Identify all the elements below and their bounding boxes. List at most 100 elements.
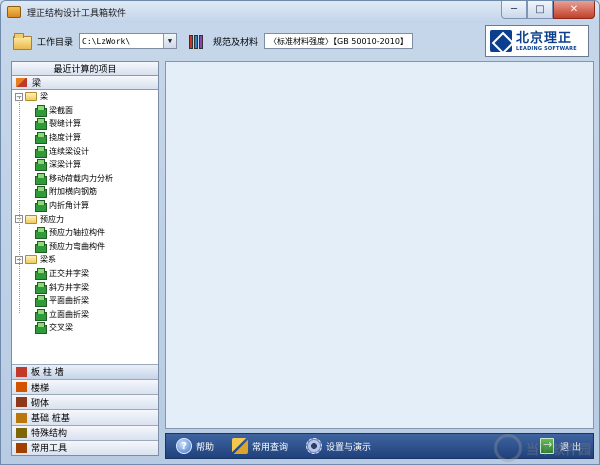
module-icon: [34, 159, 47, 172]
category-label: 特殊结构: [31, 429, 68, 440]
category-item[interactable]: 砌体: [12, 394, 158, 410]
category-label: 楼梯: [31, 383, 50, 394]
category-item[interactable]: 基础 桩基: [12, 409, 158, 425]
module-icon: [34, 308, 47, 321]
tree-folder[interactable]: − 梁系: [12, 253, 158, 267]
wrench-icon: [232, 438, 249, 454]
books-icon[interactable]: [189, 33, 207, 49]
tree-folder[interactable]: − 预应力: [12, 212, 158, 226]
lookup-label: 常用查询: [252, 442, 289, 453]
tree-item[interactable]: 深梁计算: [12, 158, 158, 172]
standard-value[interactable]: 〈标准材料强度〉【GB 50010-2010】: [264, 33, 413, 49]
logo-mark-icon: [490, 30, 512, 52]
folder-icon: [25, 214, 37, 224]
tree-item[interactable]: 平面曲折梁: [12, 294, 158, 308]
category-label: 常用工具: [31, 444, 68, 455]
tree-item[interactable]: 预应力弯曲构件: [12, 240, 158, 254]
tree-item[interactable]: 交叉梁: [12, 321, 158, 335]
category-icon: [16, 412, 27, 423]
project-tree: − 梁梁截面裂缝计算挠度计算连续梁设计深梁计算 移动荷载内力分析 附加横向钢筋 内折角计…: [12, 90, 158, 367]
tree-item[interactable]: 斜方井字梁: [12, 280, 158, 294]
tree-item[interactable]: 移动荷载内力分析: [12, 172, 158, 186]
close-button[interactable]: ✕: [553, 1, 595, 19]
open-folder-icon[interactable]: [13, 33, 32, 50]
logo-text-cn: 北京理正: [516, 30, 573, 46]
minimize-button[interactable]: ─: [501, 1, 527, 19]
tree-item-label: 梁截面: [49, 105, 73, 115]
tree-folder[interactable]: − 梁: [12, 90, 158, 104]
window-controls: ─ □ ✕: [501, 1, 595, 19]
module-icon: [34, 240, 47, 253]
watermark: 当下软件园: [493, 434, 591, 462]
module-icon: [34, 281, 47, 294]
main-content-area[interactable]: [165, 61, 594, 429]
category-icon: [16, 397, 27, 408]
module-icon: [34, 132, 47, 145]
watermark-logo-icon: [493, 434, 522, 462]
category-beam-header[interactable]: 梁: [12, 76, 158, 90]
tree-item-label: 移动荷载内力分析: [49, 173, 113, 183]
settings-button[interactable]: 设置与演示: [306, 438, 371, 454]
company-logo: 北京理正 LEADING SOFTWARE: [485, 25, 589, 57]
category-icon: [16, 442, 27, 453]
tree-item[interactable]: 附加横向钢筋: [12, 185, 158, 199]
tree-item[interactable]: 正交井字梁: [12, 267, 158, 281]
folder-icon: [25, 92, 37, 102]
gear-icon: [306, 438, 323, 454]
module-icon: [34, 200, 47, 213]
tree-item-label: 梁: [40, 92, 48, 102]
tree-item-label: 正交井字梁: [49, 269, 89, 279]
tree-item-label: 内折角计算: [49, 201, 89, 211]
category-icon: [16, 427, 27, 438]
tree-item[interactable]: 裂缝计算: [12, 117, 158, 131]
tree-item[interactable]: 连续梁设计: [12, 144, 158, 158]
workdir-value: C:\LzWork\: [82, 36, 131, 46]
toolbar: 工作目录 C:\LzWork\ ▼ 规范及材料 〈标准材料强度〉【GB 5001…: [5, 25, 595, 57]
window-title: 理正结构设计工具箱软件: [27, 8, 127, 19]
tree-item-label: 连续梁设计: [49, 146, 89, 156]
tree-item-label: 预应力弯曲构件: [49, 241, 105, 251]
tree-item-label: 挠度计算: [49, 133, 81, 143]
category-item[interactable]: 特殊结构: [12, 424, 158, 440]
help-icon: ?: [176, 438, 192, 454]
left-panel: 最近计算的项目 梁 − 梁梁截面裂缝计算挠度计算连续梁设计深梁计算 移动荷载内力分析…: [11, 61, 159, 456]
tree-item[interactable]: 内折角计算: [12, 199, 158, 213]
app-icon: [7, 6, 21, 18]
tree-item-label: 附加横向钢筋: [49, 187, 97, 197]
help-button[interactable]: ? 帮助: [176, 438, 214, 454]
category-item[interactable]: 常用工具: [12, 439, 158, 455]
recent-projects-header[interactable]: 最近计算的项目: [12, 62, 158, 76]
tree-item-label: 预应力: [40, 214, 64, 224]
category-item[interactable]: 楼梯: [12, 379, 158, 395]
tree-item[interactable]: 立面曲折梁: [12, 308, 158, 322]
module-icon: [34, 268, 47, 281]
tree-item-label: 斜方井字梁: [49, 282, 89, 292]
category-list: 板 柱 墙楼梯砌体 基础 桩基特殊结构常用工具: [12, 363, 158, 455]
module-icon: [34, 172, 47, 185]
maximize-button[interactable]: □: [527, 1, 553, 19]
category-icon: [16, 366, 27, 377]
tree-item-label: 立面曲折梁: [49, 309, 89, 319]
module-icon: [34, 227, 47, 240]
beam-icon: [16, 78, 27, 87]
watermark-text: 当下软件园: [525, 442, 591, 458]
module-icon: [34, 145, 47, 158]
workdir-select[interactable]: C:\LzWork\ ▼: [79, 33, 178, 49]
module-icon: [34, 104, 47, 117]
tree-item[interactable]: 挠度计算: [12, 131, 158, 145]
standard-label[interactable]: 规范及材料: [213, 35, 258, 48]
module-icon: [34, 295, 47, 308]
category-item[interactable]: 板 柱 墙: [12, 363, 158, 380]
help-label: 帮助: [196, 442, 215, 453]
app-window: 理正结构设计工具箱软件 ─ □ ✕ 工作目录 C:\LzWork\ ▼ 规范及材…: [0, 0, 600, 465]
module-icon: [34, 322, 47, 335]
chevron-down-icon[interactable]: ▼: [163, 34, 177, 48]
module-icon: [34, 186, 47, 199]
category-label: 砌体: [31, 398, 50, 409]
tree-item[interactable]: 预应力轴拉构件: [12, 226, 158, 240]
category-beam-label: 梁: [32, 79, 42, 89]
title-bar[interactable]: 理正结构设计工具箱软件 ─ □ ✕: [1, 1, 599, 23]
lookup-button[interactable]: 常用查询: [232, 438, 288, 454]
tree-item[interactable]: 梁截面: [12, 104, 158, 118]
category-label: 板 柱 墙: [31, 368, 64, 379]
